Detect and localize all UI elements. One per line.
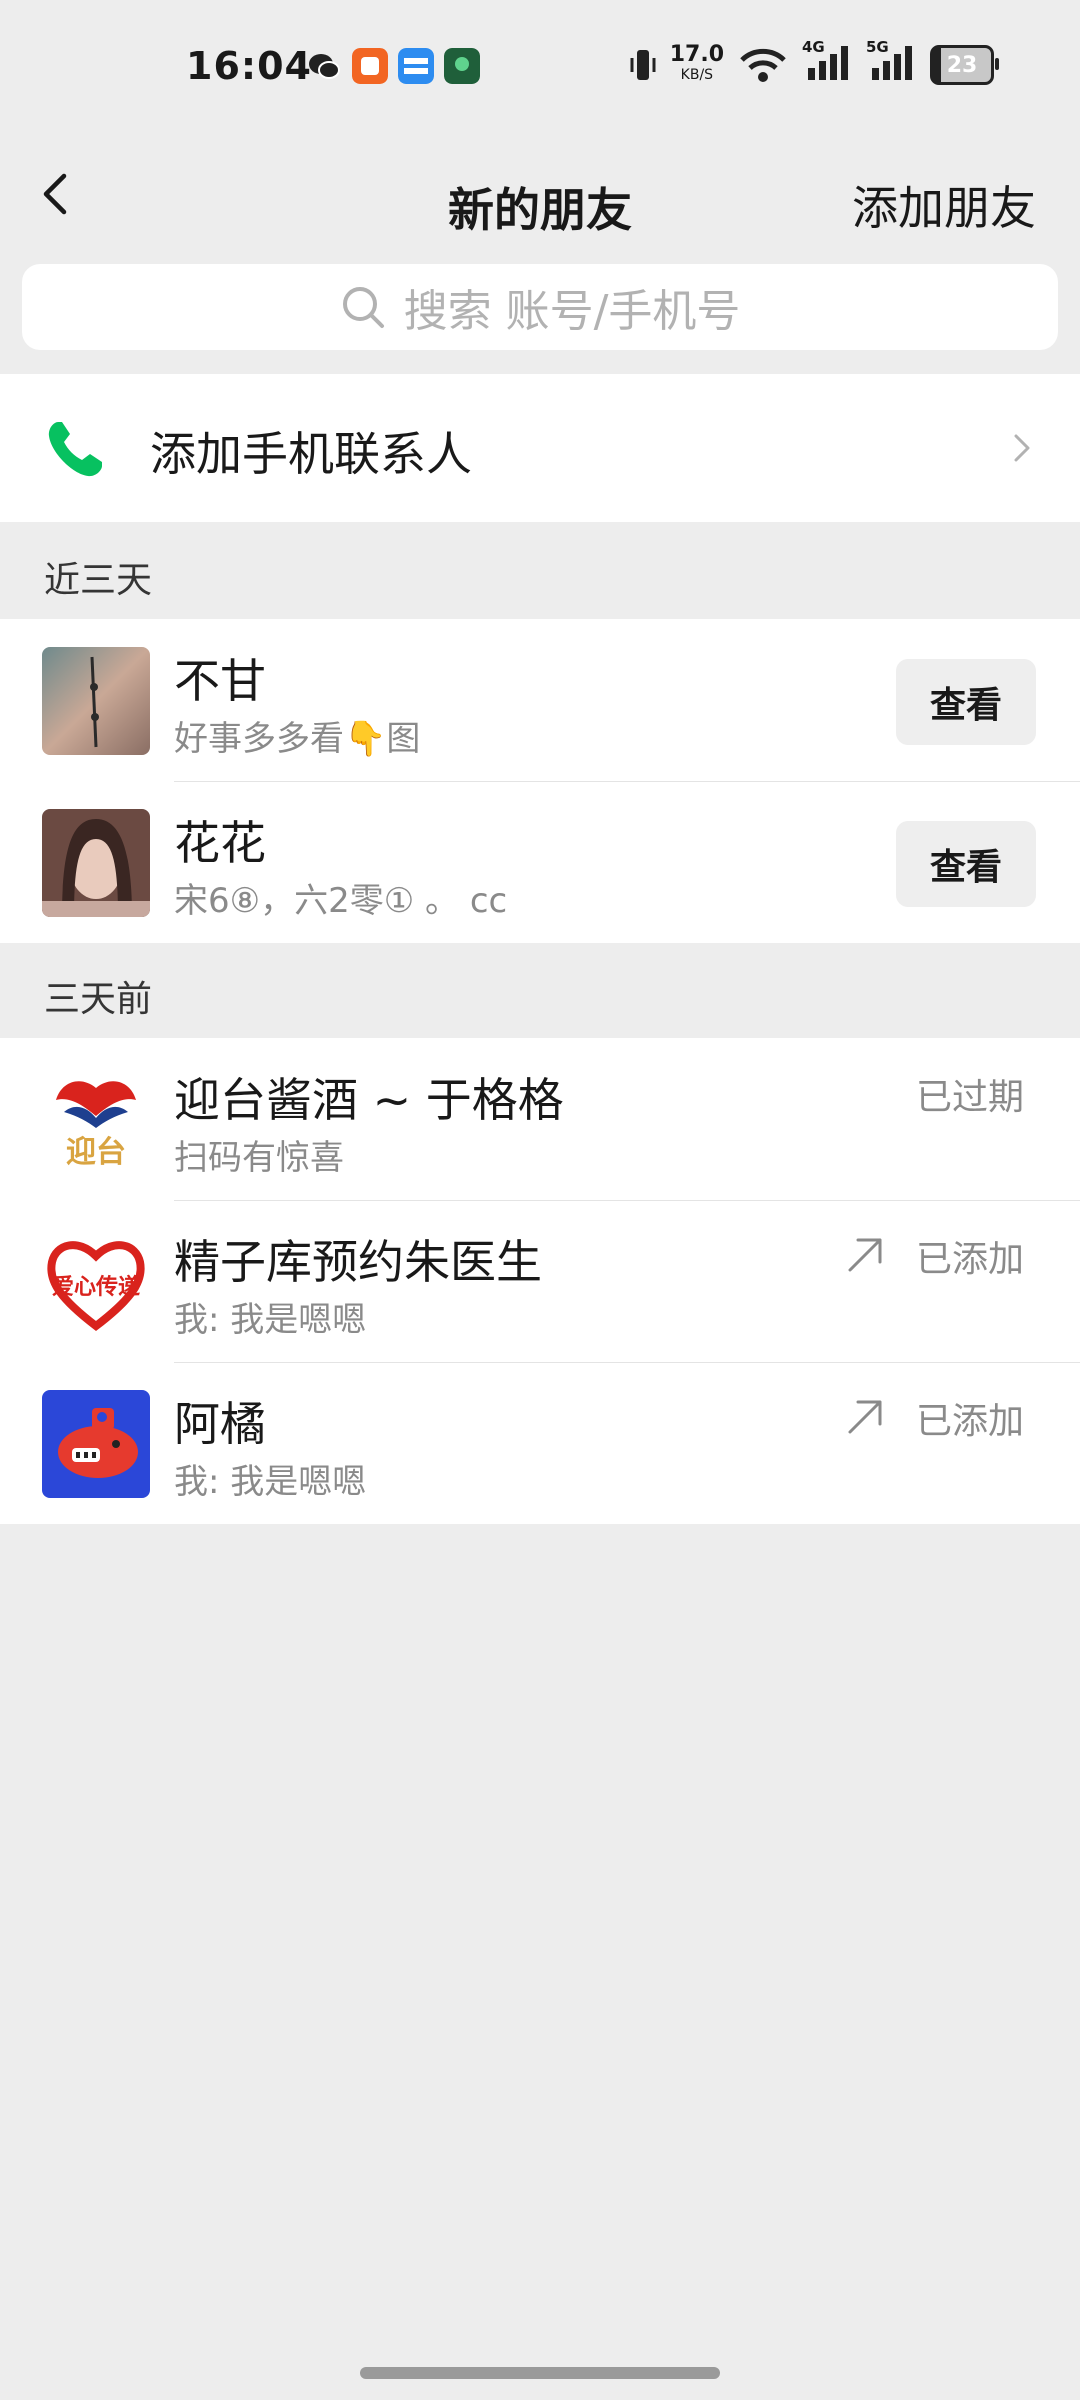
recent-requests-list: 不甘 好事多多看👇图 查看 花花 宋6⑧，六2零① 。 cc 查看 — [0, 619, 1080, 943]
network-speed: 17.0 KB/S — [669, 42, 724, 85]
request-status: 已添加 — [915, 1239, 1024, 1280]
orange-app-icon — [352, 48, 388, 84]
outgoing-arrow-icon — [848, 1238, 882, 1272]
friend-name: 迎台酱酒 ~ 于格格 — [174, 1073, 564, 1127]
vibrate-icon — [630, 50, 656, 80]
avatar — [42, 647, 150, 755]
section-header-recent: 近三天 — [0, 525, 1080, 619]
friend-name: 花花 — [174, 816, 266, 870]
view-button[interactable]: 查看 — [896, 821, 1036, 907]
speed-unit: KB/S — [680, 67, 714, 83]
friend-request-row[interactable]: 阿橘 我: 我是嗯嗯 已添加 — [0, 1362, 1080, 1524]
status-bar: 16:04 17.0 KB/S 4G 5G 23 — [0, 0, 1080, 136]
avatar: 爱心传递 — [42, 1228, 150, 1336]
phone-icon — [48, 422, 102, 477]
section-title: 近三天 — [44, 560, 153, 601]
add-phone-contacts-row[interactable]: 添加手机联系人 — [0, 374, 1080, 522]
friend-request-row[interactable]: 迎台 迎台酱酒 ~ 于格格 扫码有惊喜 已过期 — [0, 1038, 1080, 1200]
request-status: 已过期 — [915, 1077, 1024, 1118]
net-4g-label: 4G — [802, 38, 825, 56]
battery-icon: 23 — [930, 45, 999, 85]
search-icon — [342, 287, 384, 328]
add-friend-button[interactable]: 添加朋友 — [852, 172, 1036, 238]
friend-request-row[interactable]: 爱心传递 精子库预约朱医生 我: 我是嗯嗯 已添加 — [0, 1200, 1080, 1362]
older-requests-list: 迎台 迎台酱酒 ~ 于格格 扫码有惊喜 已过期 爱心传递 精子库预约朱医生 我:… — [0, 1038, 1080, 1524]
avatar-logo-text: 迎台 — [66, 1135, 126, 1170]
avatar — [42, 809, 150, 917]
outgoing-arrow-icon — [848, 1400, 882, 1434]
notification-icons — [306, 48, 480, 84]
search-placeholder: 搜索 账号/手机号 — [403, 286, 741, 337]
back-arrow-icon[interactable] — [34, 154, 74, 234]
avatar-logo-text: 爱心传递 — [52, 1274, 140, 1300]
battery-level: 23 — [946, 52, 978, 78]
request-status: 已添加 — [915, 1401, 1024, 1442]
friend-message: 我: 我是嗯嗯 — [174, 1462, 367, 1502]
chevron-right-icon — [1014, 434, 1030, 462]
search-input[interactable]: 搜索 账号/手机号 — [22, 264, 1058, 350]
friend-name: 精子库预约朱医生 — [174, 1235, 542, 1289]
friend-message: 好事多多看👇图 — [174, 719, 421, 759]
friend-name: 阿橘 — [174, 1397, 266, 1451]
speed-value: 17.0 — [669, 42, 724, 67]
add-phone-contacts-label: 添加手机联系人 — [150, 427, 472, 481]
green-app-icon — [444, 48, 480, 84]
net-5g-label: 5G — [866, 38, 889, 56]
status-time: 16:04 — [186, 44, 312, 88]
avatar — [42, 1390, 150, 1498]
friend-message: 扫码有惊喜 — [174, 1138, 344, 1178]
friend-name: 不甘 — [174, 654, 266, 708]
friend-message: 我: 我是嗯嗯 — [174, 1300, 367, 1340]
wechat-icon — [309, 54, 340, 79]
navigation-bar: 新的朋友 添加朋友 — [0, 136, 1080, 256]
signal-4g: 4G — [802, 38, 852, 86]
fish-live-icon — [398, 48, 434, 84]
home-indicator[interactable] — [360, 2367, 720, 2379]
system-indicators: 17.0 KB/S 4G 5G 23 — [630, 38, 999, 86]
signal-5g: 5G — [866, 38, 916, 86]
section-header-older: 三天前 — [0, 944, 1080, 1038]
avatar: 迎台 — [42, 1066, 150, 1174]
view-button[interactable]: 查看 — [896, 659, 1036, 745]
friend-message: 宋6⑧，六2零① 。 cc — [174, 881, 508, 921]
friend-request-row[interactable]: 不甘 好事多多看👇图 查看 — [0, 619, 1080, 781]
wifi-icon — [740, 48, 786, 82]
friend-request-row[interactable]: 花花 宋6⑧，六2零① 。 cc 查看 — [0, 781, 1080, 943]
section-title: 三天前 — [44, 979, 153, 1020]
